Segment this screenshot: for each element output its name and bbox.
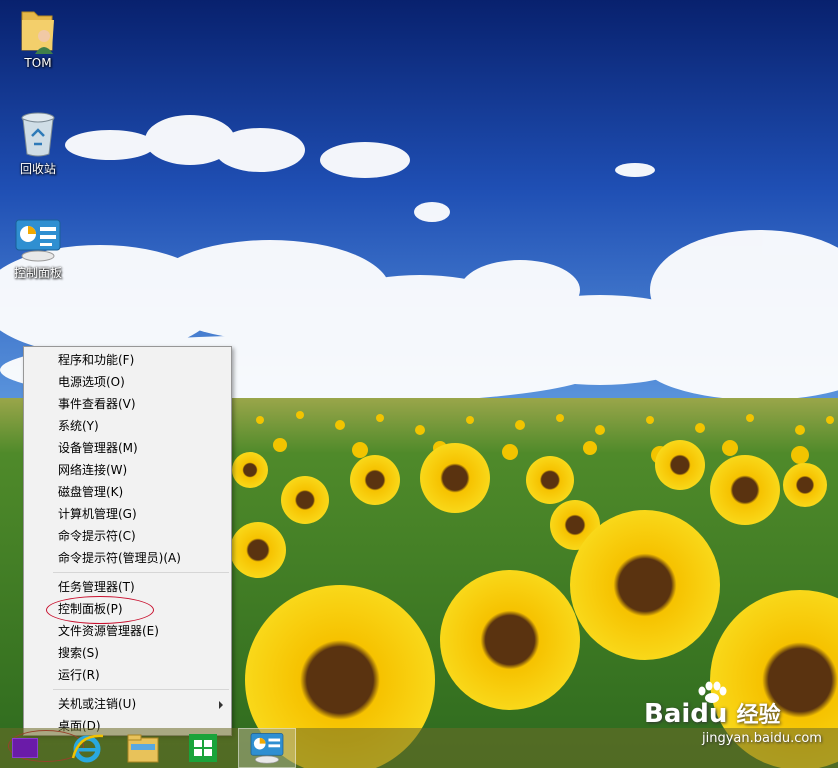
desktop-icon-label: TOM [24,56,52,70]
user-folder-icon [21,11,54,54]
menu-item-system[interactable]: 系统(Y) [24,415,231,437]
desktop-icon-user-folder[interactable]: TOM [1,6,75,70]
recycle-bin-icon [21,112,55,157]
windows-logo-icon [12,738,38,758]
menu-item-network-connections[interactable]: 网络连接(W) [24,459,231,481]
menu-item-programs-features[interactable]: 程序和功能(F) [24,349,231,371]
menu-separator [53,689,229,690]
desktop-icon-control-panel[interactable]: 控制面板 [1,218,75,281]
menu-item-computer-management[interactable]: 计算机管理(G) [24,503,231,525]
taskbar-store[interactable] [178,728,228,768]
watermark-cn: 经验 [736,703,781,728]
menu-item-power-options[interactable]: 电源选项(O) [24,371,231,393]
desktop-icon-label: 回收站 [19,162,56,176]
menu-item-event-viewer[interactable]: 事件查看器(V) [24,393,231,415]
winx-context-menu: 程序和功能(F) 电源选项(O) 事件查看器(V) 系统(Y) 设备管理器(M)… [23,346,232,736]
desktop-icon-label: 控制面板 [13,266,62,280]
menu-item-run[interactable]: 运行(R) [24,664,231,686]
menu-item-task-manager[interactable]: 任务管理器(T) [24,576,231,598]
menu-item-disk-management[interactable]: 磁盘管理(K) [24,481,231,503]
windows-store-icon [189,734,217,762]
watermark-brand-suffix: du [690,699,728,729]
menu-item-device-manager[interactable]: 设备管理器(M) [24,437,231,459]
menu-item-file-explorer[interactable]: 文件资源管理器(E) [24,620,231,642]
watermark-brand: Bai [644,699,691,729]
menu-item-shutdown-signout[interactable]: 关机或注销(U) [24,693,231,715]
internet-explorer-icon [71,734,104,763]
submenu-arrow-icon [219,701,223,709]
watermark-url: jingyan.baidu.com [702,731,822,746]
taskbar-file-explorer[interactable] [118,728,168,768]
file-explorer-icon [127,734,159,763]
desktop-icon-recycle-bin[interactable]: 回收站 [1,110,75,177]
control-panel-icon [250,733,284,764]
baidu-watermark: Baidu 经验 jingyan.baidu.com [644,681,834,753]
menu-item-command-prompt[interactable]: 命令提示符(C) [24,525,231,547]
menu-item-control-panel[interactable]: 控制面板(P) [24,598,231,620]
taskbar-internet-explorer[interactable] [62,728,112,768]
taskbar-control-panel[interactable] [238,728,296,768]
menu-item-label: 关机或注销(U) [58,697,137,711]
control-panel-icon [15,219,61,262]
menu-separator [53,572,229,573]
start-button[interactable] [0,728,52,768]
menu-item-search[interactable]: 搜索(S) [24,642,231,664]
menu-item-command-prompt-admin[interactable]: 命令提示符(管理员)(A) [24,547,231,569]
